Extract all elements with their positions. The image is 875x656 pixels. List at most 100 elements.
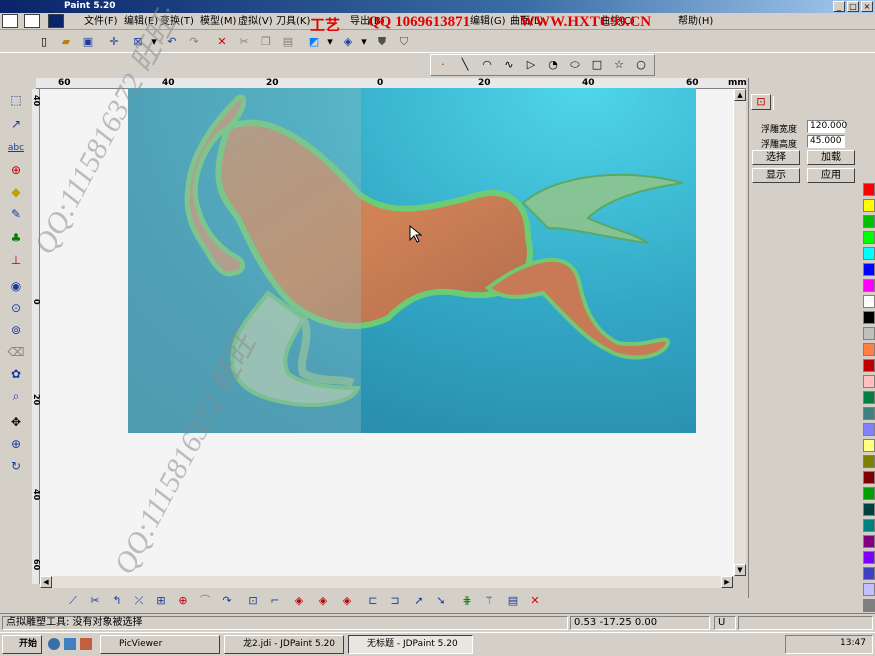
scroll-up-icon[interactable]: ▲ xyxy=(734,89,746,101)
eraser-icon[interactable]: ⌫ xyxy=(6,343,26,361)
shield-icon[interactable]: ⛊ xyxy=(374,34,390,50)
zoom-icon[interactable]: ⊕ xyxy=(6,435,26,453)
align-tool-icon[interactable]: ⊐ xyxy=(386,593,404,609)
delete-icon[interactable]: ✕ xyxy=(214,34,230,50)
select-icon[interactable]: ⬚ xyxy=(6,91,26,109)
join-icon[interactable]: ⊞ xyxy=(152,593,170,609)
menu-virtual[interactable]: 虚拟(V) xyxy=(238,15,273,28)
panel-tab-relief[interactable]: ⊡ xyxy=(751,94,771,110)
document-icon[interactable] xyxy=(24,14,40,28)
transform-icon[interactable]: ⊕ xyxy=(6,161,26,179)
view-icon[interactable] xyxy=(48,14,64,28)
open-folder-icon[interactable]: ▰ xyxy=(58,34,74,50)
palette-swatch[interactable] xyxy=(863,471,875,484)
save-icon[interactable]: ▣ xyxy=(80,34,96,50)
palette-swatch[interactable] xyxy=(863,359,875,372)
palette-swatch[interactable] xyxy=(863,247,875,260)
smooth-icon[interactable]: ◉ xyxy=(6,277,26,295)
wand-icon[interactable]: ⚚ xyxy=(480,593,498,609)
dropdown-arrow-icon[interactable]: ▾ xyxy=(356,34,372,50)
palette-swatch[interactable] xyxy=(863,183,875,196)
node-edit-icon[interactable]: ↗ xyxy=(6,115,26,133)
curve-tool-icon[interactable]: ↷ xyxy=(218,593,236,609)
palette-swatch[interactable] xyxy=(863,503,875,516)
magnifier-icon[interactable]: ⌕ xyxy=(6,387,26,405)
fill-icon[interactable]: ◆ xyxy=(6,183,26,201)
shield-dark-icon[interactable]: ⛉ xyxy=(396,34,412,50)
move-icon[interactable]: ✛ xyxy=(106,34,122,50)
trim-icon[interactable]: ↰ xyxy=(108,593,126,609)
menu-tool[interactable]: 刀具(K) xyxy=(276,15,310,28)
scroll-right-icon[interactable]: ▶ xyxy=(721,576,733,588)
show-button[interactable]: 显示 xyxy=(752,168,800,183)
palette-swatch[interactable] xyxy=(863,263,875,276)
load-button[interactable]: 加载 xyxy=(807,150,855,165)
ellipse-icon[interactable]: ⬭ xyxy=(567,57,583,73)
close-button[interactable]: × xyxy=(861,1,873,12)
dropdown-arrow-icon[interactable]: ▾ xyxy=(322,34,338,50)
apply-button[interactable]: 应用 xyxy=(807,168,855,183)
palette-swatch[interactable] xyxy=(863,583,875,596)
scissor-tool-icon[interactable]: ✂ xyxy=(86,593,104,609)
align-left-icon[interactable]: ⊏ xyxy=(364,593,382,609)
start-button[interactable]: 开始 xyxy=(2,635,42,654)
pen-icon[interactable]: ✎ xyxy=(6,205,26,223)
taskbar-item-picviewer[interactable]: PicViewer xyxy=(100,635,220,654)
cube-view-icon[interactable]: ◩ xyxy=(306,34,322,50)
arc-icon[interactable]: ◠ xyxy=(479,57,495,73)
cut-icon[interactable]: ✂ xyxy=(236,34,252,50)
arrow-tool-icon[interactable]: ▷ xyxy=(523,57,539,73)
palette-swatch[interactable] xyxy=(863,231,875,244)
height-field[interactable]: 45.000 xyxy=(807,135,845,148)
panel-tab-empty[interactable] xyxy=(773,96,785,110)
menu-file[interactable]: 文件(F) xyxy=(84,15,118,28)
palette-swatch[interactable] xyxy=(863,599,875,612)
maximize-button[interactable]: □ xyxy=(847,1,859,12)
palette-swatch[interactable] xyxy=(863,423,875,436)
menu-edit2[interactable]: 编辑(G) xyxy=(470,15,506,28)
palette-swatch[interactable] xyxy=(863,519,875,532)
scroll-left-icon[interactable]: ◀ xyxy=(40,576,52,588)
palette-swatch[interactable] xyxy=(863,567,875,580)
quicklaunch-icon[interactable] xyxy=(64,638,76,650)
diamond-b-icon[interactable]: ◈ xyxy=(314,593,332,609)
palette-swatch[interactable] xyxy=(863,487,875,500)
curve-edit-icon[interactable]: ⌒ xyxy=(196,593,214,609)
width-field[interactable]: 120.000 xyxy=(807,120,847,133)
palette-swatch[interactable] xyxy=(863,407,875,420)
vertical-scrollbar[interactable]: ▲ ▼ xyxy=(733,89,746,576)
rotate-icon[interactable]: ↻ xyxy=(6,457,26,475)
star-icon[interactable]: ☆ xyxy=(611,57,627,73)
palette-swatch[interactable] xyxy=(863,327,875,340)
app-icon[interactable] xyxy=(2,14,18,28)
break-icon[interactable]: ⤫ xyxy=(130,593,148,609)
spline-icon[interactable]: ∿ xyxy=(501,57,517,73)
line-tool-icon[interactable]: ⟋ xyxy=(64,593,82,609)
palette-swatch[interactable] xyxy=(863,391,875,404)
menu-model[interactable]: 模型(M) xyxy=(200,15,236,28)
line-icon[interactable]: ╲ xyxy=(457,57,473,73)
copy-icon[interactable]: ❐ xyxy=(258,34,274,50)
palette-swatch[interactable] xyxy=(863,535,875,548)
palette-swatch[interactable] xyxy=(863,551,875,564)
select-button[interactable]: 选择 xyxy=(752,150,800,165)
palette-swatch[interactable] xyxy=(863,375,875,388)
deselect-icon[interactable]: ➘ xyxy=(432,593,450,609)
palette-swatch[interactable] xyxy=(863,279,875,292)
palette-swatch[interactable] xyxy=(863,311,875,324)
palette-swatch[interactable] xyxy=(863,439,875,452)
palette-swatch[interactable] xyxy=(863,343,875,356)
menu-help[interactable]: 帮助(H) xyxy=(678,15,713,28)
palette-swatch[interactable] xyxy=(863,455,875,468)
search-zoom-icon[interactable]: ⊚ xyxy=(6,321,26,339)
search-tool-icon[interactable]: ⊙ xyxy=(6,299,26,317)
pan-icon[interactable]: ✥ xyxy=(6,413,26,431)
minimize-button[interactable]: _ xyxy=(833,1,845,12)
diamond-c-icon[interactable]: ◈ xyxy=(338,593,356,609)
color-tool-icon[interactable]: ✿ xyxy=(6,365,26,383)
paste-icon[interactable]: ▤ xyxy=(280,34,296,50)
taskbar-item-jdpaint-2[interactable]: 无标题 - JDPaint 5.20 xyxy=(348,635,473,654)
palette-swatch[interactable] xyxy=(863,295,875,308)
target-icon[interactable]: ⊕ xyxy=(174,593,192,609)
scroll-down-icon[interactable]: ▼ xyxy=(734,564,746,576)
